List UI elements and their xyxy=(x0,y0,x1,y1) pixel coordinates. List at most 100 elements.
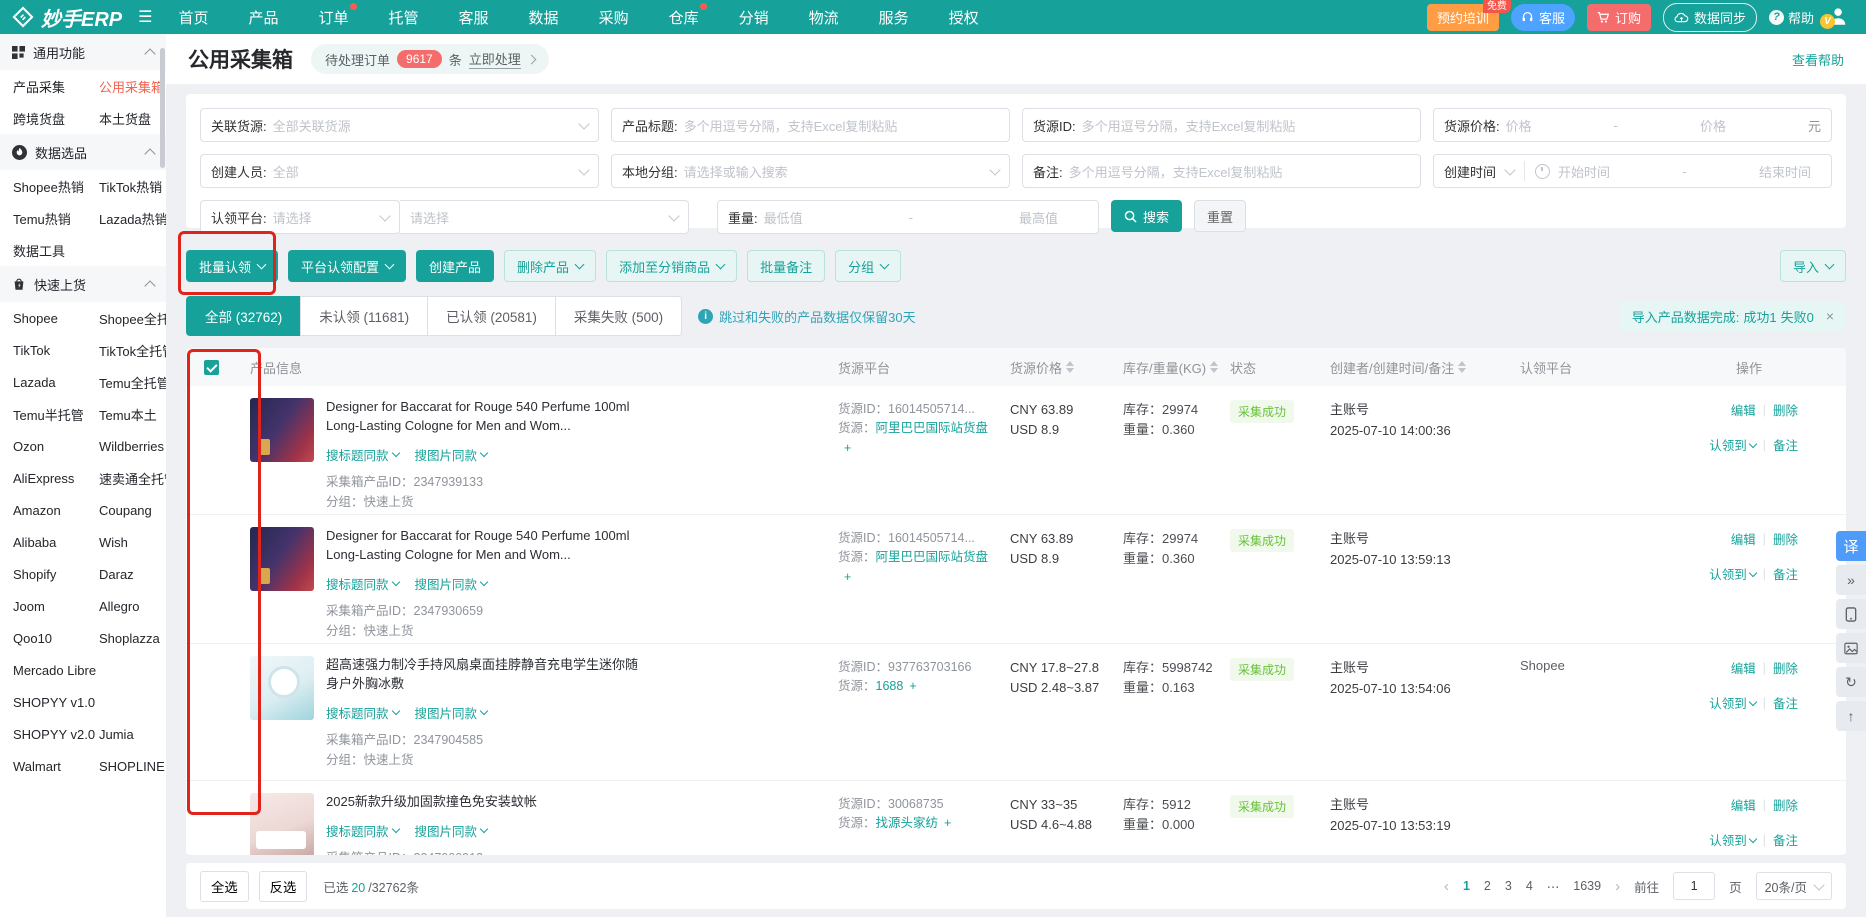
source-price-range[interactable]: 货源价格:价格 - 价格元 xyxy=(1433,108,1832,142)
image-search-button[interactable] xyxy=(1836,633,1866,663)
platform-claim-config-button[interactable]: 平台认领配置 xyxy=(288,250,406,282)
nav-product[interactable]: 产品 xyxy=(248,7,278,28)
product-thumbnail[interactable] xyxy=(250,527,314,591)
sidebar-item[interactable]: Wildberries xyxy=(99,439,166,454)
sidebar-section-data-picks[interactable]: 数据选品 xyxy=(0,134,166,170)
col-creator[interactable]: 创建者/创建时间/备注 xyxy=(1330,358,1520,377)
sidebar-scrollbar[interactable] xyxy=(160,48,165,168)
view-help-link[interactable]: 查看帮助 xyxy=(1792,50,1844,69)
sidebar-item[interactable]: Ozon xyxy=(13,439,99,454)
sidebar-item[interactable]: Shopify xyxy=(13,567,99,582)
nav-hosting[interactable]: 托管 xyxy=(389,7,419,28)
search-by-title-link[interactable]: 搜标题同款 xyxy=(326,703,399,722)
page-size-select[interactable]: 20条/页 xyxy=(1756,872,1832,900)
group-button[interactable]: 分组 xyxy=(835,250,901,282)
tab-failed[interactable]: 采集失败 (500) xyxy=(555,296,682,336)
sidebar-item[interactable]: 本土货盘 xyxy=(99,109,166,128)
search-by-image-link[interactable]: 搜图片同款 xyxy=(415,574,488,593)
select-all-button[interactable]: 全选 xyxy=(200,871,249,902)
user-avatar[interactable]: V xyxy=(1826,5,1852,29)
goto-page-input[interactable]: 1 xyxy=(1673,872,1715,900)
sidebar-item-active[interactable]: 公用采集箱 xyxy=(99,77,166,96)
sidebar-item[interactable]: Jumia xyxy=(99,727,166,742)
sidebar-item[interactable]: 跨境货盘 xyxy=(13,109,99,128)
sidebar-item[interactable]: 产品采集 xyxy=(13,77,99,96)
sidebar-item[interactable]: Allegro xyxy=(99,599,166,614)
invert-selection-button[interactable]: 反选 xyxy=(259,871,308,902)
search-by-image-link[interactable]: 搜图片同款 xyxy=(415,445,488,464)
delete-link[interactable]: 删除 xyxy=(1773,529,1798,548)
remark-link[interactable]: 备注 xyxy=(1773,830,1798,849)
claim-platform-select-2[interactable]: 请选择 xyxy=(400,200,689,234)
import-button[interactable]: 导入 xyxy=(1780,250,1846,282)
sidebar-item[interactable]: 数据工具 xyxy=(13,241,99,260)
product-title[interactable]: 超高速强力制冷手持风扇桌面挂脖静音充电学生迷你随身户外胸冰敷 xyxy=(326,656,644,694)
edit-link[interactable]: 编辑 xyxy=(1731,529,1756,548)
search-by-title-link[interactable]: 搜标题同款 xyxy=(326,574,399,593)
tab-all[interactable]: 全部 (32762) xyxy=(186,296,301,336)
sidebar-item[interactable]: Temu全托管 xyxy=(99,373,166,392)
sidebar-item[interactable]: Amazon xyxy=(13,503,99,518)
search-by-title-link[interactable]: 搜标题同款 xyxy=(326,445,399,464)
add-to-distribution-button[interactable]: 添加至分销商品 xyxy=(606,250,737,282)
collapse-panel-button[interactable]: » xyxy=(1836,565,1866,595)
sidebar-item[interactable]: Lazada xyxy=(13,375,99,390)
page-3[interactable]: 3 xyxy=(1505,879,1512,893)
edit-link[interactable]: 编辑 xyxy=(1731,658,1756,677)
next-page-button[interactable]: › xyxy=(1615,878,1620,895)
delete-product-button[interactable]: 删除产品 xyxy=(504,250,596,282)
sidebar-item[interactable]: Wish xyxy=(99,535,166,550)
source-link[interactable]: 1688 xyxy=(876,679,904,693)
claim-to-link[interactable]: 认领到 xyxy=(1709,435,1756,454)
edit-link[interactable]: 编辑 xyxy=(1731,795,1756,814)
remark-link[interactable]: 备注 xyxy=(1773,564,1798,583)
plus-icon[interactable]: + xyxy=(944,816,951,830)
nav-logistics[interactable]: 物流 xyxy=(809,7,839,28)
col-stock-weight[interactable]: 库存/重量(KG) xyxy=(1123,358,1230,377)
sidebar-item[interactable]: Qoo10 xyxy=(13,631,99,646)
help-button[interactable]: ? 帮助 xyxy=(1769,8,1814,27)
sidebar-item[interactable]: Walmart xyxy=(13,759,99,774)
sidebar-section-general[interactable]: 通用功能 xyxy=(0,34,166,70)
product-title-input[interactable]: 产品标题:多个用逗号分隔，支持Excel复制粘贴 xyxy=(611,108,1010,142)
sidebar-item[interactable]: SHOPLINE xyxy=(99,759,166,774)
page-4[interactable]: 4 xyxy=(1526,879,1533,893)
source-link[interactable]: 阿里巴巴国际站货盘 xyxy=(876,550,989,564)
delete-link[interactable]: 删除 xyxy=(1773,795,1798,814)
remark-link[interactable]: 备注 xyxy=(1773,435,1798,454)
source-id-input[interactable]: 货源ID:多个用逗号分隔，支持Excel复制粘贴 xyxy=(1022,108,1421,142)
related-source-select[interactable]: 关联货源:全部关联货源 xyxy=(200,108,599,142)
close-icon[interactable]: × xyxy=(1826,308,1834,324)
process-now-link[interactable]: 立即处理 xyxy=(469,49,521,69)
nav-purchase[interactable]: 采购 xyxy=(599,7,629,28)
product-thumbnail[interactable] xyxy=(250,793,314,855)
refresh-button[interactable]: ↻ xyxy=(1836,667,1866,697)
app-logo[interactable]: 妙手ERP xyxy=(12,3,122,32)
local-group-select[interactable]: 本地分组:请选择或输入搜索 xyxy=(611,154,1010,188)
page-2[interactable]: 2 xyxy=(1484,879,1491,893)
product-thumbnail[interactable] xyxy=(250,398,314,462)
data-sync-button[interactable]: 数据同步 xyxy=(1663,3,1757,32)
tab-claimed[interactable]: 已认领 (20581) xyxy=(427,296,556,336)
prev-page-button[interactable]: ‹ xyxy=(1444,878,1449,895)
delete-link[interactable]: 删除 xyxy=(1773,400,1798,419)
training-button[interactable]: 预约培训 免费 xyxy=(1427,4,1499,31)
menu-collapse-icon[interactable]: ☰ xyxy=(138,7,152,27)
sort-icon[interactable] xyxy=(1066,361,1074,373)
claim-platform-select[interactable]: 认领平台:请选择 xyxy=(200,200,400,234)
sidebar-item[interactable]: Shoplazza xyxy=(99,631,166,646)
source-link[interactable]: 阿里巴巴国际站货盘 xyxy=(876,421,989,435)
claim-to-link[interactable]: 认领到 xyxy=(1709,564,1756,583)
sidebar-item[interactable]: AliExpress xyxy=(13,471,99,486)
sidebar-item[interactable]: SHOPYY v2.0 xyxy=(13,727,99,742)
product-title[interactable]: Designer for Baccarat for Rouge 540 Perf… xyxy=(326,398,644,436)
mobile-preview-button[interactable] xyxy=(1836,599,1866,629)
page-1[interactable]: 1 xyxy=(1463,879,1470,893)
creator-select[interactable]: 创建人员:全部 xyxy=(200,154,599,188)
batch-remark-button[interactable]: 批量备注 xyxy=(747,250,825,282)
sidebar-item[interactable]: Shopee热销 xyxy=(13,177,99,196)
page-last[interactable]: 1639 xyxy=(1573,879,1601,893)
batch-claim-button[interactable]: 批量认领 xyxy=(186,250,278,282)
plus-icon[interactable]: + xyxy=(909,679,916,693)
tab-unclaimed[interactable]: 未认领 (11681) xyxy=(300,296,428,336)
